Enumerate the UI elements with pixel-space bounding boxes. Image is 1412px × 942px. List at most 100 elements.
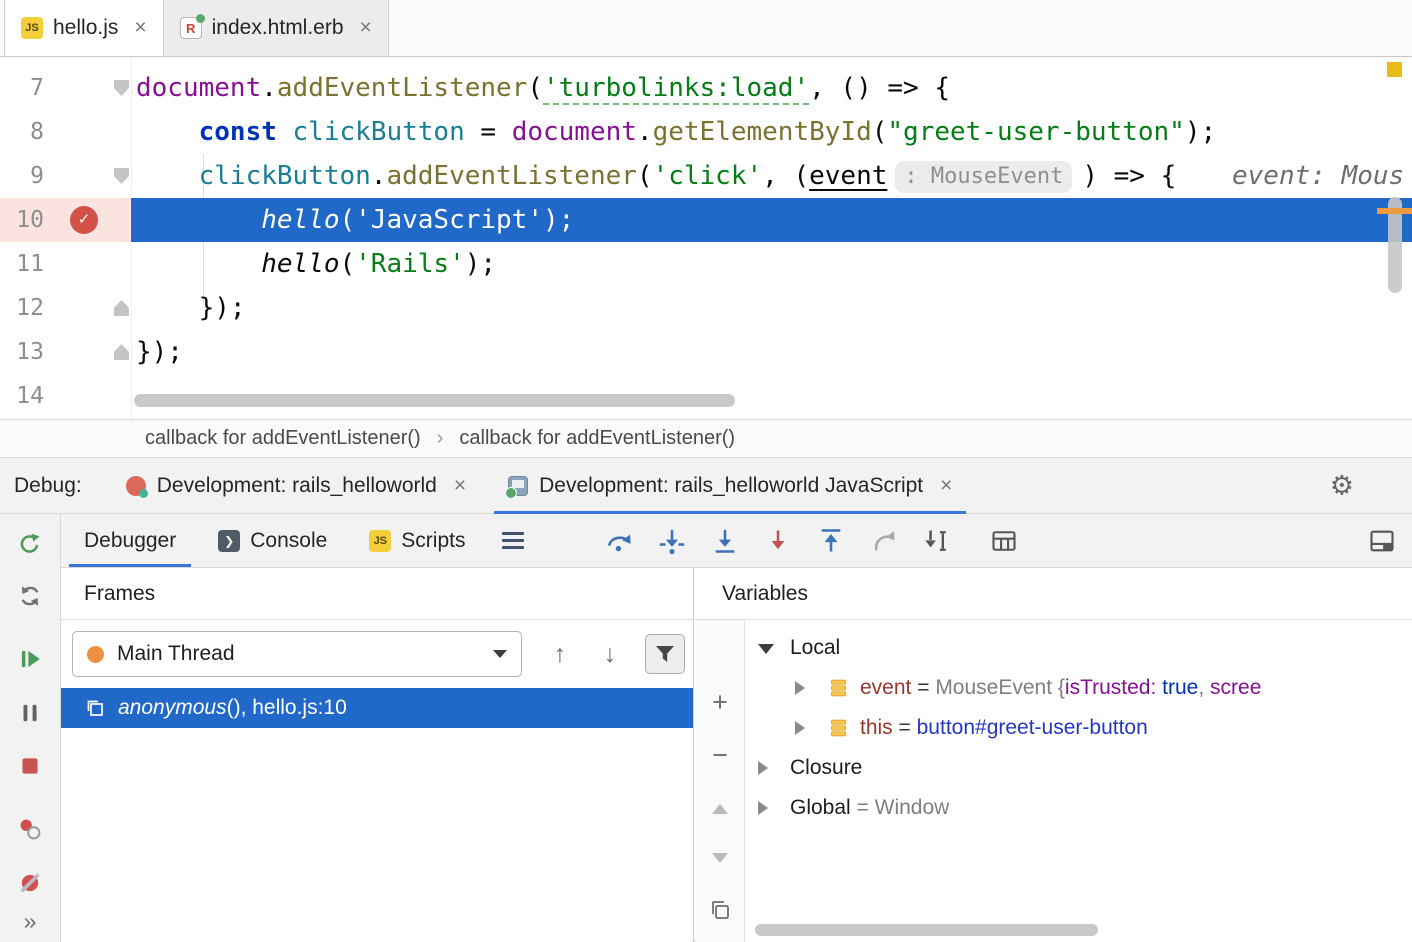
variable-icon (828, 678, 850, 698)
restore-layout-button[interactable] (1368, 527, 1396, 555)
line-number[interactable]: 11 (0, 242, 44, 286)
code-text[interactable]: const clickButton = document.getElementB… (136, 110, 1216, 154)
rails-debug-icon (126, 476, 146, 496)
code-line-13: 13 }); (0, 330, 1412, 374)
close-icon[interactable]: × (940, 474, 952, 498)
line-number[interactable]: 14 (0, 374, 44, 418)
line-number[interactable]: 8 (0, 110, 44, 154)
next-frame-button[interactable]: ↓ (590, 636, 630, 672)
line-number[interactable]: 12 (0, 286, 44, 330)
filter-funnel-icon (653, 642, 677, 666)
refresh-button[interactable] (16, 582, 44, 610)
view-breakpoints-button[interactable] (16, 815, 44, 843)
move-watch-up-button[interactable] (704, 793, 736, 825)
frames-header: Frames (84, 582, 155, 606)
code-text[interactable]: }); (136, 286, 246, 330)
stack-frame-row[interactable]: anonymous(), hello.js:10 (61, 688, 693, 728)
tab-console[interactable]: ❯ Console (197, 514, 348, 567)
layout-options-icon[interactable] (502, 532, 524, 549)
mute-breakpoints-button[interactable] (16, 869, 44, 897)
expander-icon[interactable] (795, 681, 805, 695)
frames-panel: Frames Main Thread ↑ ↓ anonymous(), hell… (61, 568, 694, 942)
move-watch-down-button[interactable] (704, 842, 736, 874)
debug-left-toolbar: » (0, 514, 61, 942)
tree-row-this[interactable]: this = button#greet-user-button (745, 708, 1412, 748)
tab-debugger[interactable]: Debugger (63, 514, 197, 567)
code-text[interactable]: hello('Rails'); (136, 242, 496, 286)
erb-file-icon: R (180, 17, 202, 39)
step-over-button[interactable] (605, 527, 633, 555)
tree-row-local[interactable]: Local (745, 628, 1412, 668)
expander-icon[interactable] (795, 721, 805, 735)
fold-marker-icon[interactable] (114, 168, 129, 184)
scope-label: Closure (790, 756, 862, 779)
tab-label: hello.js (53, 16, 118, 40)
breadcrumb-item[interactable]: callback for addEventListener() (459, 427, 735, 450)
duplicate-watch-button[interactable] (704, 894, 736, 926)
horizontal-scrollbar[interactable] (134, 394, 735, 407)
settings-gear-icon[interactable]: ⚙ (1330, 470, 1354, 501)
tab-label: index.html.erb (212, 16, 344, 40)
execution-stripe-mark[interactable] (1377, 208, 1412, 214)
drop-frame-button[interactable] (870, 527, 898, 555)
code-editor[interactable]: 7 document.addEventListener('turbolinks:… (0, 57, 1412, 419)
frame-location: (), hello.js:10 (227, 696, 347, 719)
tab-scripts[interactable]: JS Scripts (348, 514, 486, 567)
close-icon[interactable]: × (134, 16, 146, 40)
scope-label: Local (790, 636, 840, 659)
debugger-inline-value: event: Mous (1232, 154, 1404, 198)
line-number[interactable]: 7 (0, 66, 44, 110)
editor-tab-index-html-erb[interactable]: R index.html.erb × (164, 0, 389, 56)
resume-button[interactable] (16, 645, 44, 673)
tree-row-global[interactable]: Global = Window (745, 788, 1412, 828)
tree-row-event[interactable]: event = MouseEvent {isTrusted: true, scr… (745, 668, 1412, 708)
add-watch-button[interactable]: + (704, 686, 736, 718)
code-line-11: 11 hello('Rails'); (0, 242, 1412, 286)
fold-marker-icon[interactable] (114, 80, 129, 96)
error-stripe-mark[interactable] (1387, 62, 1402, 77)
line-number[interactable]: 13 (0, 330, 44, 374)
run-to-cursor-button[interactable] (923, 527, 951, 555)
tree-row-closure[interactable]: Closure (745, 748, 1412, 788)
hide-library-frames-toggle[interactable] (645, 634, 685, 674)
close-icon[interactable]: × (360, 16, 372, 40)
code-text[interactable]: hello('JavaScript'); (136, 198, 574, 242)
close-icon[interactable]: × (454, 474, 466, 498)
editor-tab-bar: JS hello.js × R index.html.erb × (0, 0, 1412, 57)
expander-icon[interactable] (758, 801, 768, 815)
thread-selector[interactable]: Main Thread (72, 631, 522, 677)
line-number[interactable]: 9 (0, 154, 44, 198)
code-text[interactable]: }); (136, 330, 183, 374)
variables-header: Variables (722, 582, 808, 606)
fold-marker-icon[interactable] (114, 300, 129, 316)
step-into-button[interactable] (658, 527, 686, 555)
breadcrumb-item[interactable]: callback for addEventListener() (145, 427, 421, 450)
code-line-10: 10 ✓ hello('JavaScript'); (0, 198, 1412, 242)
line-number[interactable]: 10 (0, 198, 44, 242)
fold-marker-icon[interactable] (114, 344, 129, 360)
rerun-button[interactable] (16, 530, 44, 558)
pause-button[interactable] (16, 699, 44, 727)
force-step-into-button[interactable] (764, 527, 792, 555)
evaluate-expression-button[interactable] (990, 527, 1018, 555)
step-out-button[interactable] (817, 527, 845, 555)
variables-scrollbar[interactable] (755, 924, 1098, 936)
debug-session-tab-javascript[interactable]: Development: rails_helloworld JavaScript… (494, 458, 966, 513)
code-text[interactable]: clickButton.addEventListener('click', (e… (136, 154, 1176, 198)
expander-icon[interactable] (758, 761, 768, 775)
debug-toolwindow-header: Debug: Development: rails_helloworld × D… (0, 457, 1412, 514)
code-line-9: 9 clickButton.addEventListener('click', … (0, 154, 1412, 198)
scope-label: Global (790, 796, 851, 819)
debug-session-tab-rails[interactable]: Development: rails_helloworld × (112, 458, 480, 513)
breakpoint-icon[interactable]: ✓ (70, 206, 98, 234)
stop-button[interactable] (16, 752, 44, 780)
editor-tab-hello-js[interactable]: JS hello.js × (4, 0, 164, 56)
more-button[interactable]: » (16, 907, 44, 935)
expander-icon[interactable] (758, 644, 774, 654)
code-text[interactable]: document.addEventListener('turbolinks:lo… (136, 66, 950, 110)
smart-step-into-button[interactable] (711, 527, 739, 555)
remove-watch-button[interactable]: − (704, 739, 736, 771)
previous-frame-button[interactable]: ↑ (540, 636, 580, 672)
variable-icon (828, 718, 850, 738)
breadcrumbs: callback for addEventListener() › callba… (0, 419, 1412, 457)
